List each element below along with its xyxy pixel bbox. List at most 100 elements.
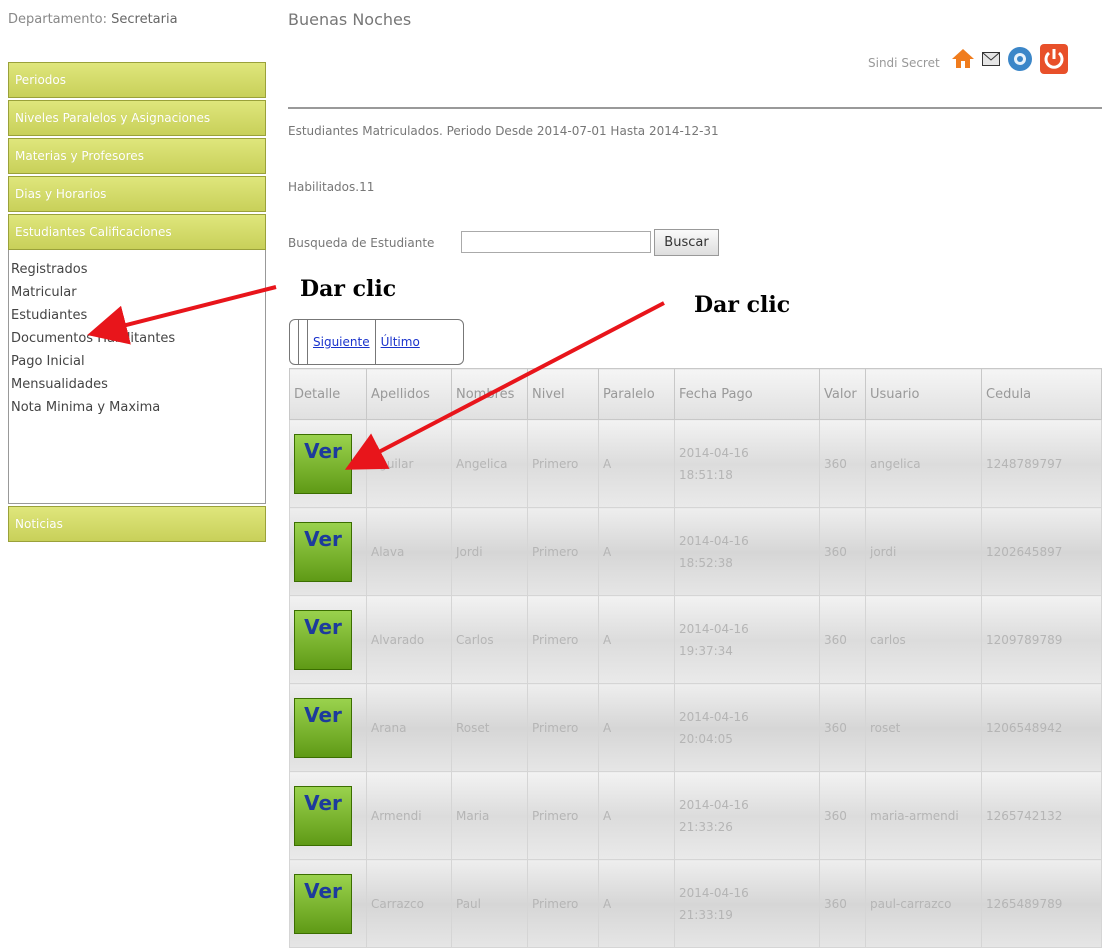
table-row: Ver Carrazco Paul Primero A 2014-04-16 21… bbox=[289, 859, 1102, 948]
pager-last-link[interactable]: Último bbox=[381, 335, 420, 349]
ver-button[interactable]: Ver bbox=[294, 609, 352, 670]
nombres-cell: Roset bbox=[451, 683, 528, 772]
ver-button[interactable]: Ver bbox=[294, 873, 352, 934]
col-nivel: Nivel bbox=[527, 368, 599, 420]
search-input[interactable] bbox=[461, 231, 651, 253]
menu-periodos[interactable]: Periodos bbox=[8, 62, 266, 98]
col-usuario: Usuario bbox=[865, 368, 982, 420]
menu-dias[interactable]: Dias y Horarios bbox=[8, 176, 266, 212]
nivel-cell: Primero bbox=[527, 595, 599, 684]
usuario-cell: roset bbox=[865, 683, 982, 772]
nivel-cell: Primero bbox=[527, 507, 599, 596]
fecha-date: 2014-04-16 bbox=[679, 709, 749, 724]
ver-button[interactable]: Ver bbox=[294, 785, 352, 846]
cedula-cell: 1265742132 bbox=[981, 771, 1102, 860]
nivel-cell: Primero bbox=[527, 771, 599, 860]
fecha-date: 2014-04-16 bbox=[679, 797, 749, 812]
detalle-cell: Ver bbox=[289, 507, 367, 596]
detalle-cell: Ver bbox=[289, 419, 367, 508]
col-nombres: Nombres bbox=[451, 368, 528, 420]
mail-icon[interactable] bbox=[982, 52, 1000, 66]
home-icon[interactable] bbox=[950, 46, 976, 72]
pager-last-cell: Último bbox=[376, 320, 425, 364]
submenu-pago-inicial[interactable]: Pago Inicial bbox=[11, 350, 265, 373]
submenu-matricular[interactable]: Matricular bbox=[11, 281, 265, 304]
menu-materias[interactable]: Materias y Profesores bbox=[8, 138, 266, 174]
fecha-pago-cell: 2014-04-16 18:51:18 bbox=[674, 419, 820, 508]
usuario-cell: maria-armendi bbox=[865, 771, 982, 860]
usuario-cell: angelica bbox=[865, 419, 982, 508]
pager: Siguiente Último bbox=[289, 319, 464, 365]
annotation-right: Dar clic bbox=[694, 292, 791, 318]
nombres-cell: Jordi bbox=[451, 507, 528, 596]
search-button[interactable]: Buscar bbox=[654, 229, 719, 256]
table-row: Ver Armendi Maria Primero A 2014-04-16 21… bbox=[289, 771, 1102, 860]
submenu: Registrados Matricular Estudiantes Docum… bbox=[8, 250, 266, 504]
usuario-cell: paul-carrazco bbox=[865, 859, 982, 948]
menu-noticias[interactable]: Noticias bbox=[8, 506, 266, 542]
paralelo-cell: A bbox=[598, 771, 675, 860]
table-row: Ver Arana Roset Primero A 2014-04-16 20:0… bbox=[289, 683, 1102, 772]
apellidos-cell: Armendi bbox=[366, 771, 452, 860]
detalle-cell: Ver bbox=[289, 683, 367, 772]
table-row: Ver Alvarado Carlos Primero A 2014-04-16… bbox=[289, 595, 1102, 684]
submenu-registrados[interactable]: Registrados bbox=[11, 258, 265, 281]
cedula-cell: 1209789789 bbox=[981, 595, 1102, 684]
detalle-cell: Ver bbox=[289, 859, 367, 948]
enrolled-students-text: Estudiantes Matriculados. Periodo Desde … bbox=[288, 124, 719, 138]
students-table: Detalle Apellidos Nombres Nivel Paralelo… bbox=[289, 368, 1102, 948]
col-paralelo: Paralelo bbox=[598, 368, 675, 420]
valor-cell: 360 bbox=[819, 771, 866, 860]
nivel-cell: Primero bbox=[527, 683, 599, 772]
apellidos-cell: Alvarado bbox=[366, 595, 452, 684]
nombres-cell: Carlos bbox=[451, 595, 528, 684]
fecha-pago-cell: 2014-04-16 18:52:38 bbox=[674, 507, 820, 596]
enabled-count-text: Habilitados.11 bbox=[288, 180, 375, 194]
ver-button[interactable]: Ver bbox=[294, 697, 352, 758]
paralelo-cell: A bbox=[598, 683, 675, 772]
apellidos-cell: Alava bbox=[366, 507, 452, 596]
fecha-time: 18:51:18 bbox=[679, 467, 733, 482]
submenu-documentos[interactable]: Documentos Habilitantes bbox=[11, 327, 265, 350]
apellidos-cell: Arana bbox=[366, 683, 452, 772]
valor-cell: 360 bbox=[819, 419, 866, 508]
fecha-date: 2014-04-16 bbox=[679, 885, 749, 900]
menu-estudiantes-calificaciones[interactable]: Estudiantes Calificaciones bbox=[8, 214, 266, 250]
fecha-time: 20:04:05 bbox=[679, 731, 733, 746]
pager-spacer bbox=[290, 320, 299, 364]
col-apellidos: Apellidos bbox=[366, 368, 452, 420]
power-icon[interactable] bbox=[1040, 44, 1068, 74]
fecha-date: 2014-04-16 bbox=[679, 533, 749, 548]
submenu-mensualidades[interactable]: Mensualidades bbox=[11, 373, 265, 396]
settings-icon[interactable] bbox=[1006, 45, 1034, 73]
cedula-cell: 1265489789 bbox=[981, 859, 1102, 948]
submenu-nota[interactable]: Nota Minima y Maxima bbox=[11, 396, 265, 419]
valor-cell: 360 bbox=[819, 595, 866, 684]
user-name: Sindi Secret bbox=[868, 56, 940, 70]
col-cedula: Cedula bbox=[981, 368, 1102, 420]
greeting-title: Buenas Noches bbox=[288, 10, 412, 29]
fecha-date: 2014-04-16 bbox=[679, 621, 749, 636]
fecha-time: 21:33:26 bbox=[679, 819, 733, 834]
paralelo-cell: A bbox=[598, 507, 675, 596]
fecha-time: 19:37:34 bbox=[679, 643, 733, 658]
fecha-time: 21:33:19 bbox=[679, 907, 733, 922]
ver-button[interactable]: Ver bbox=[294, 521, 352, 582]
cedula-cell: 1202645897 bbox=[981, 507, 1102, 596]
ver-button[interactable]: Ver bbox=[294, 433, 352, 494]
paralelo-cell: A bbox=[598, 419, 675, 508]
col-fecha-pago: Fecha Pago bbox=[674, 368, 820, 420]
detalle-cell: Ver bbox=[289, 595, 367, 684]
pager-next-link[interactable]: Siguiente bbox=[313, 335, 370, 349]
cedula-cell: 1206548942 bbox=[981, 683, 1102, 772]
fecha-pago-cell: 2014-04-16 21:33:26 bbox=[674, 771, 820, 860]
fecha-date: 2014-04-16 bbox=[679, 445, 749, 460]
valor-cell: 360 bbox=[819, 859, 866, 948]
table-body: Ver Aguilar Angelica Primero A 2014-04-1… bbox=[289, 419, 1102, 948]
table-row: Ver Aguilar Angelica Primero A 2014-04-1… bbox=[289, 419, 1102, 508]
apellidos-cell: Aguilar bbox=[366, 419, 452, 508]
menu-niveles[interactable]: Niveles Paralelos y Asignaciones bbox=[8, 100, 266, 136]
submenu-estudiantes[interactable]: Estudiantes bbox=[11, 304, 265, 327]
nivel-cell: Primero bbox=[527, 859, 599, 948]
sidebar: Periodos Niveles Paralelos y Asignacione… bbox=[8, 62, 266, 544]
